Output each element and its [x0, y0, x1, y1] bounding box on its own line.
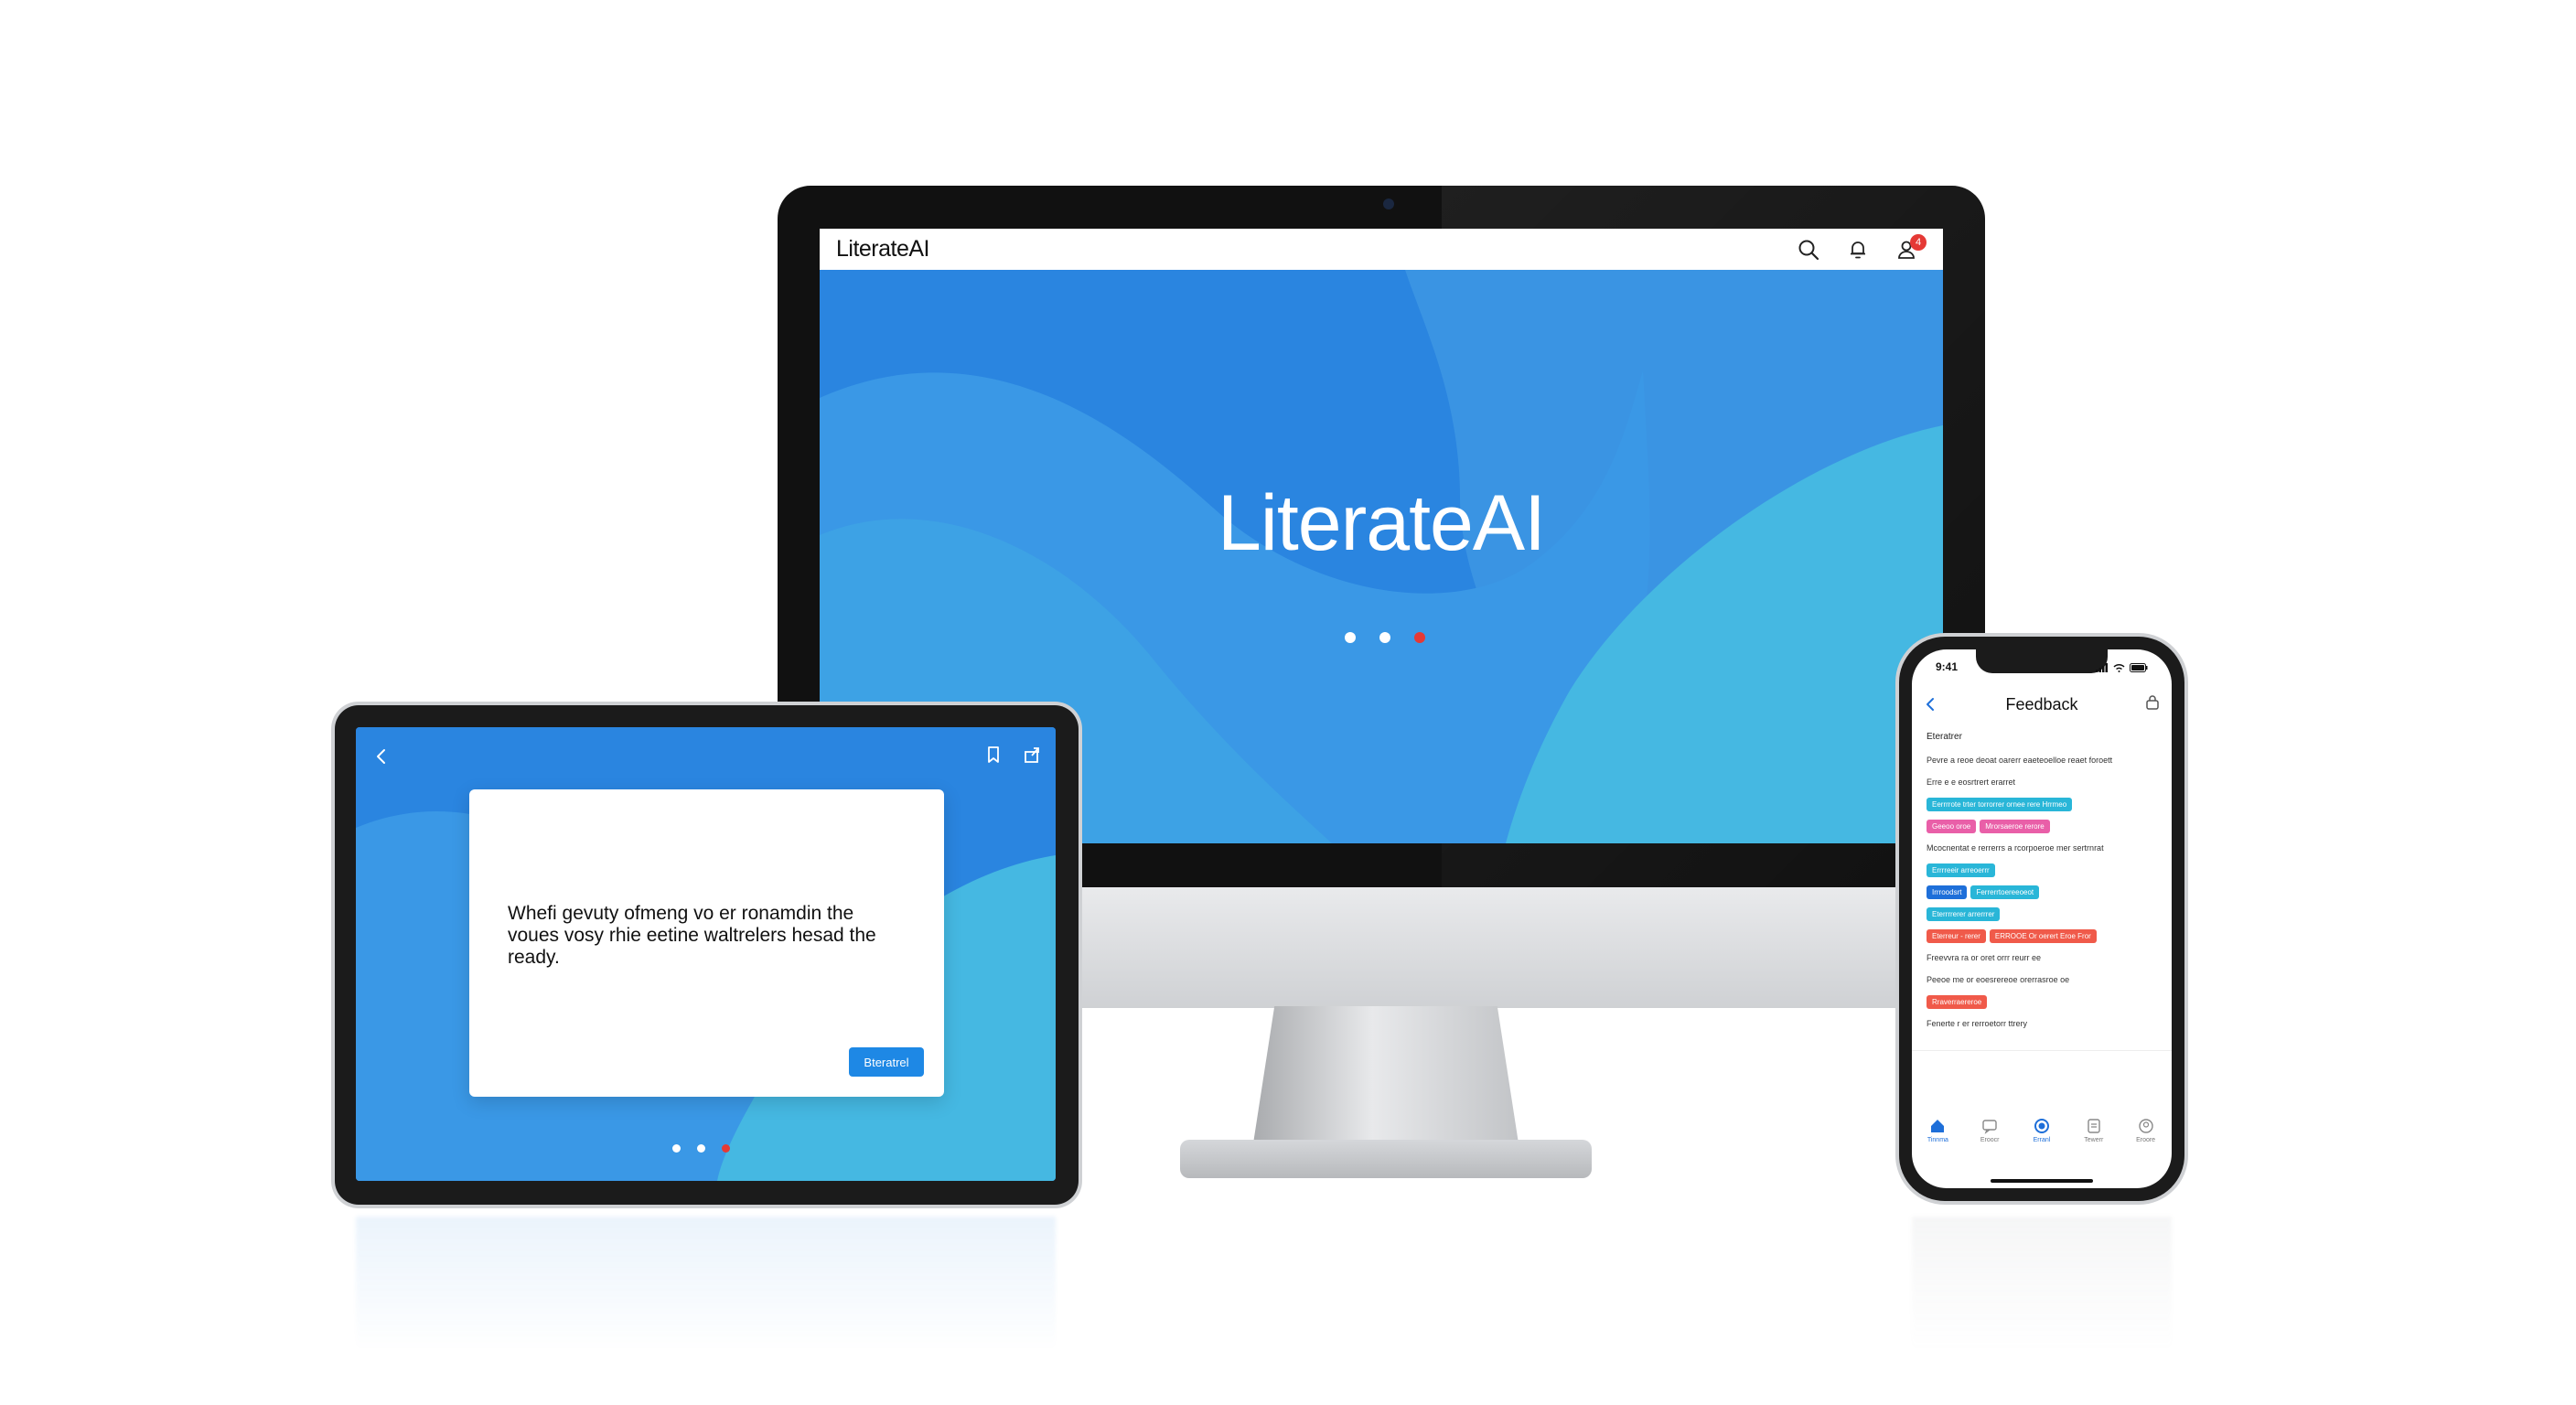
dialog-message: Whefi gevuty ofmeng vo er ronamdin the v… — [508, 903, 876, 968]
phone-reflection — [1912, 1217, 2172, 1354]
tablet-toolbar — [984, 745, 1041, 768]
status-icons — [2096, 660, 2148, 677]
feedback-content: Eteratrer Pevre a reoe deoat oarerr eaet… — [1927, 732, 2161, 1035]
section-heading: Eteratrer — [1927, 732, 1962, 742]
desktop-top-bar: LiterateAI 4 — [820, 229, 1943, 270]
feedback-chip[interactable]: Eterrrrerer arrerrrer — [1927, 906, 2001, 921]
tab-home[interactable]: Tinnma — [1916, 1118, 1959, 1164]
desktop-toolbar-icons: 4 — [1795, 233, 1927, 263]
phone-header: Feedback — [1912, 688, 2172, 721]
signal-icon — [2096, 660, 2109, 677]
back-icon[interactable] — [1923, 696, 1939, 717]
feedback-chip[interactable]: Mrorsaeroe rerore — [1980, 819, 2050, 833]
phone-screen: 9:41 Feedback Eteratrer Pevre a reoe deo… — [1912, 649, 2172, 1188]
monitor-chin — [1078, 887, 1901, 1008]
tablet-screen: Whefi gevuty ofmeng vo er ronamdin the v… — [356, 727, 1056, 1181]
feedback-chip[interactable]: ERROOE Or oerert Eroe Fror — [1989, 928, 2097, 943]
tablet-reflection — [356, 1217, 1056, 1354]
bell-icon[interactable] — [1844, 236, 1872, 263]
feedback-chip[interactable]: Geeoo oroe — [1927, 819, 1977, 833]
bookmark-icon[interactable] — [984, 745, 1003, 768]
webcam — [1383, 198, 1394, 209]
battery-icon — [2130, 660, 2148, 677]
profile-icon[interactable]: 4 — [1894, 233, 1927, 263]
carousel-dot-active[interactable] — [722, 1144, 730, 1153]
feedback-chip[interactable]: Irrroodsrt — [1927, 885, 1968, 899]
notification-badge: 4 — [1910, 233, 1927, 251]
tablet-carousel-dots — [672, 1144, 730, 1153]
wifi-icon — [2113, 660, 2125, 677]
carousel-dot[interactable] — [1379, 632, 1390, 643]
feedback-line: Mcocnentat e rerrerrs a rcorpoeroe mer s… — [1927, 843, 2104, 853]
document-icon — [2088, 1119, 2100, 1133]
feedback-chip[interactable]: Eerrrrote trter torrorrer ornee rere Hrr… — [1927, 797, 2073, 811]
search-icon[interactable] — [1795, 236, 1822, 263]
profile-icon — [2138, 1119, 2153, 1133]
carousel-dot[interactable] — [1345, 632, 1356, 643]
feedback-line: Erre e e eosrtrert erarret — [1927, 778, 2016, 787]
tab-document[interactable]: Tewerr — [2072, 1118, 2116, 1164]
feedback-line: Pevre a reoe deoat oarerr eaeteoelloe re… — [1927, 756, 2113, 765]
dialog-confirm-button[interactable]: Bteratrel — [849, 1047, 924, 1077]
monitor-base — [1180, 1140, 1592, 1178]
tab-chat[interactable]: Eroocr — [1968, 1118, 2012, 1164]
tab-record[interactable]: Erranl — [2020, 1118, 2064, 1164]
monitor-stand — [1253, 1006, 1519, 1143]
feedback-line: Peeoe me or eoesrereoe orerrasroe oe — [1927, 975, 2070, 984]
feedback-chip[interactable]: Ferrerrtoereeoeot — [1970, 885, 2040, 899]
tab-label: Eroocr — [1980, 1137, 2000, 1143]
carousel-dot[interactable] — [672, 1144, 681, 1153]
share-icon[interactable] — [1023, 745, 1041, 768]
status-time: 9:41 — [1936, 660, 1959, 673]
back-icon[interactable] — [372, 747, 391, 770]
feedback-line: Freevvra ra or oret orrr reurr ee — [1927, 953, 2042, 962]
desktop-carousel-dots — [1345, 632, 1425, 643]
feedback-chip[interactable]: Eterreur - rerer — [1927, 928, 1986, 943]
tablet-dialog: Whefi gevuty ofmeng vo er ronamdin the v… — [469, 789, 944, 1097]
phone-notch — [1976, 649, 2108, 673]
tab-label: Erranl — [2033, 1137, 2051, 1143]
feedback-chip[interactable]: Errrreeir arreoerrr — [1927, 863, 1995, 877]
tab-profile[interactable]: Eroore — [2124, 1118, 2168, 1164]
tab-label: Tinnma — [1927, 1137, 1948, 1143]
bookmark-icon[interactable] — [2144, 695, 2161, 716]
feedback-chip[interactable]: Rraverraereroe — [1927, 994, 1988, 1009]
phone-title: Feedback — [2005, 694, 2078, 713]
divider — [1912, 1050, 2172, 1051]
home-icon — [1931, 1120, 1945, 1132]
home-indicator[interactable] — [1991, 1179, 2093, 1183]
tab-label: Tewerr — [2084, 1137, 2104, 1143]
desktop-brand[interactable]: LiterateAI — [836, 236, 930, 263]
carousel-dot-active[interactable] — [1414, 632, 1425, 643]
record-icon — [2034, 1119, 2049, 1133]
hero-title: LiterateAI — [1217, 479, 1546, 567]
tab-label: Eroore — [2136, 1137, 2156, 1143]
carousel-dot[interactable] — [697, 1144, 705, 1153]
chat-icon — [1982, 1120, 1997, 1134]
feedback-line: Fenerte r er rerroetorr ttrery — [1927, 1019, 2028, 1028]
phone-tab-bar: Tinnma Eroocr Erranl Tewerr Eroore — [1912, 1118, 2172, 1164]
